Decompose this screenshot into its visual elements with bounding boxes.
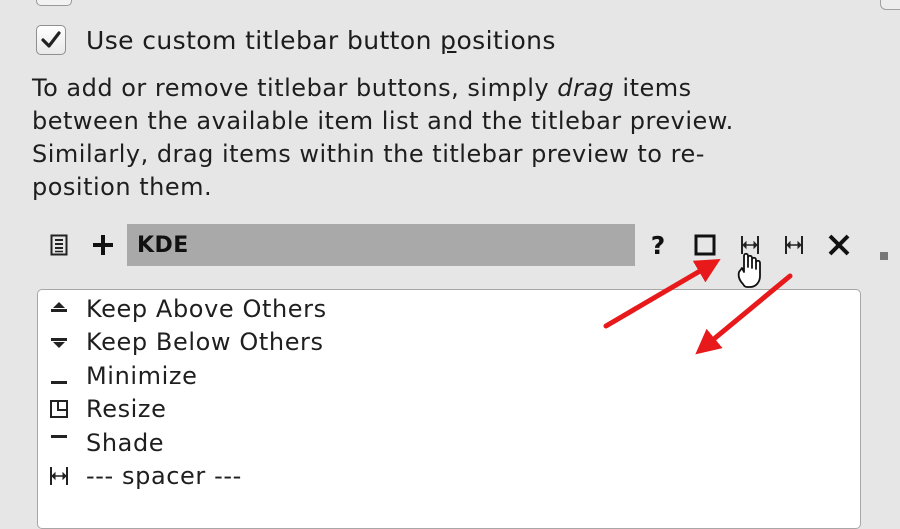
resize-grip[interactable]: [880, 252, 888, 260]
keep-below-icon: [46, 329, 72, 355]
custom-positions-label[interactable]: Use custom titlebar button positions: [86, 26, 556, 55]
list-item-label: Keep Above Others: [86, 295, 327, 323]
spacer-icon[interactable]: [782, 224, 806, 266]
instructions-text: To add or remove titlebar buttons, simpl…: [32, 74, 734, 201]
button-edge[interactable]: [880, 0, 900, 10]
resize-icon: [46, 396, 72, 422]
custom-positions-option[interactable]: Use custom titlebar button positions: [36, 22, 556, 58]
minimize-icon: [46, 363, 72, 389]
shade-icon: [46, 430, 72, 456]
list-item-label: Shade: [86, 429, 165, 457]
close-icon[interactable]: [826, 224, 852, 266]
maximize-icon[interactable]: [692, 224, 718, 266]
available-items-list[interactable]: Keep Above Others Keep Below Others Mini…: [37, 289, 861, 529]
spacer-icon[interactable]: [738, 224, 762, 266]
list-item-resize[interactable]: Resize: [46, 392, 167, 426]
combo-box-edge[interactable]: [36, 0, 72, 6]
checkmark-icon: [41, 31, 61, 48]
list-item-label: Resize: [86, 395, 167, 423]
preview-title-bar[interactable]: KDE: [127, 224, 635, 266]
custom-positions-checkbox[interactable]: [36, 25, 66, 55]
titlebar-preview[interactable]: KDE ?: [38, 224, 868, 266]
list-item-minimize[interactable]: Minimize: [46, 359, 197, 393]
plus-icon[interactable]: [90, 224, 116, 266]
list-item-keep-above[interactable]: Keep Above Others: [46, 292, 327, 326]
help-icon[interactable]: ?: [646, 224, 670, 266]
keep-above-icon: [46, 296, 72, 322]
spacer-icon: [46, 463, 72, 489]
list-item-label: Keep Below Others: [86, 328, 324, 356]
list-item-shade[interactable]: Shade: [46, 426, 164, 460]
list-item-label: --- spacer ---: [86, 462, 242, 490]
preview-title: KDE: [137, 232, 189, 258]
list-item-spacer[interactable]: --- spacer ---: [46, 459, 242, 493]
menu-icon[interactable]: [48, 224, 70, 266]
list-item-keep-below[interactable]: Keep Below Others: [46, 325, 324, 359]
list-item-label: Minimize: [86, 362, 198, 390]
